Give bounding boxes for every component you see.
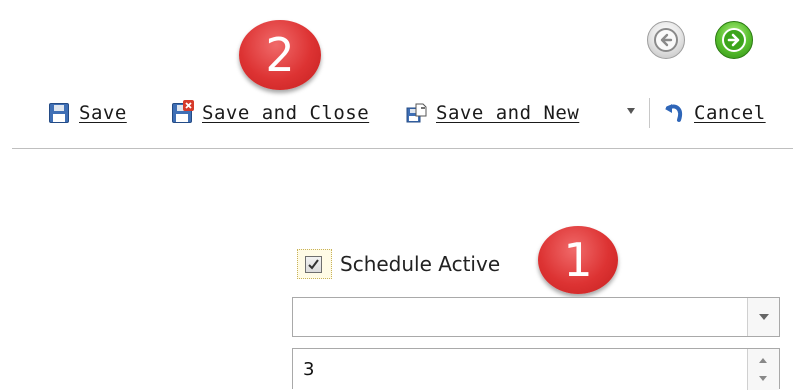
command-toolbar: Save Save and Close Save and New Cancel bbox=[48, 96, 788, 130]
toolbar-separator bbox=[649, 98, 650, 128]
schedule-active-checkbox[interactable] bbox=[305, 256, 322, 273]
save-new-icon bbox=[405, 102, 427, 124]
cancel-button[interactable]: Cancel bbox=[663, 96, 766, 130]
undo-icon bbox=[663, 102, 685, 124]
save-and-close-button[interactable]: Save and Close bbox=[171, 96, 369, 130]
save-label: Save bbox=[79, 102, 127, 124]
number-stepper-value[interactable]: 3 bbox=[303, 359, 314, 380]
toolbar-divider bbox=[12, 148, 793, 149]
schedule-active-checkbox-wrapper[interactable] bbox=[297, 249, 332, 279]
forward-button[interactable] bbox=[715, 21, 753, 59]
arrow-left-icon bbox=[654, 28, 678, 52]
save-and-close-label: Save and Close bbox=[202, 102, 370, 124]
back-button[interactable] bbox=[647, 21, 685, 59]
save-and-new-button[interactable]: Save and New bbox=[405, 96, 579, 130]
dropdown-toggle-button[interactable] bbox=[747, 298, 779, 336]
callout-badge-2: 2 bbox=[239, 20, 321, 90]
stepper-buttons bbox=[747, 349, 779, 390]
arrow-right-icon bbox=[722, 28, 746, 52]
floppy-disk-close-icon bbox=[171, 100, 194, 124]
save-button[interactable]: Save bbox=[48, 96, 127, 130]
decrement-arrow-icon[interactable] bbox=[759, 376, 767, 381]
schedule-dropdown[interactable] bbox=[292, 297, 780, 337]
callout-badge-1: 1 bbox=[538, 226, 618, 294]
cancel-label: Cancel bbox=[694, 102, 766, 124]
save-and-new-label: Save and New bbox=[436, 102, 580, 124]
increment-arrow-icon[interactable] bbox=[759, 358, 767, 363]
schedule-active-label: Schedule Active bbox=[340, 252, 501, 276]
number-stepper[interactable]: 3 bbox=[292, 348, 780, 390]
save-and-new-dropdown-arrow[interactable] bbox=[627, 108, 635, 114]
chevron-down-icon bbox=[759, 314, 769, 320]
floppy-disk-icon bbox=[48, 102, 70, 124]
checkmark-icon bbox=[308, 259, 319, 270]
